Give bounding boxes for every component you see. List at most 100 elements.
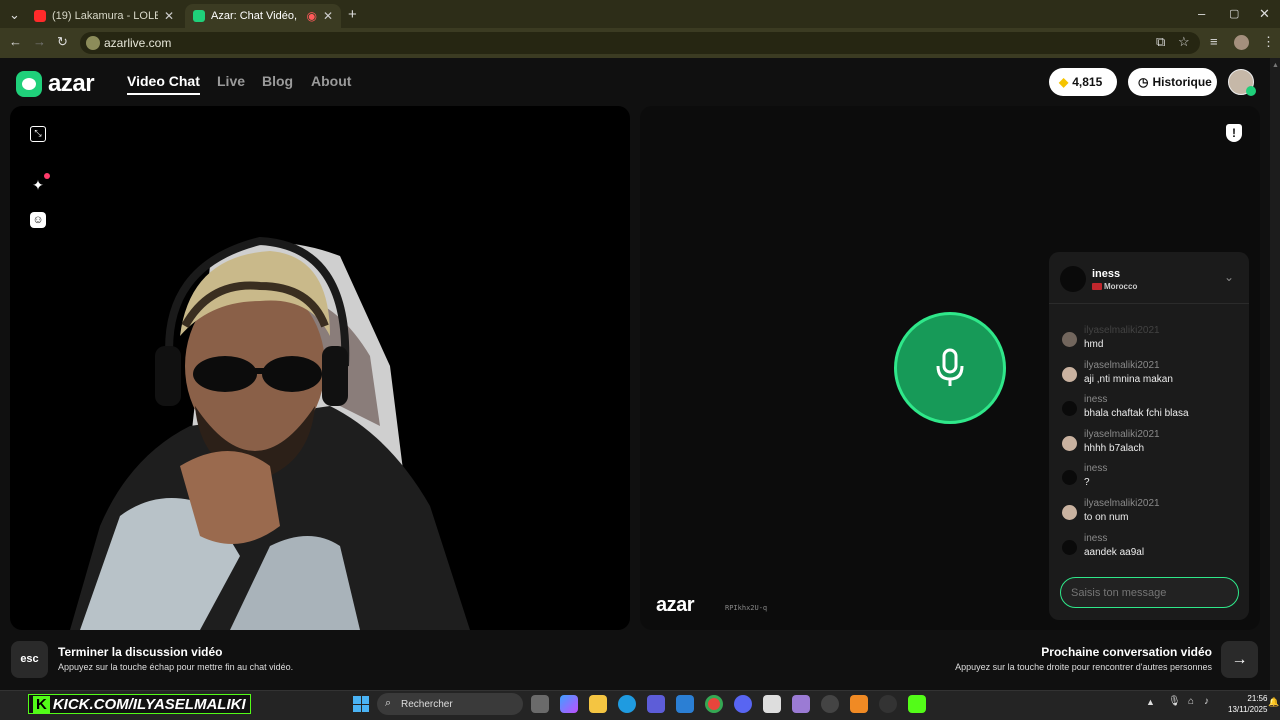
logo-text: azar [48,70,95,97]
message-text: hhhh b7alach [1084,442,1145,454]
minimize-icon[interactable]: – [1198,6,1205,21]
store-icon[interactable] [647,695,665,713]
clock-date: 13/11/2025 [1228,705,1268,714]
profile-avatar[interactable] [1234,35,1249,50]
nav-blog[interactable]: Blog [262,73,293,89]
close-window-icon[interactable]: ✕ [1259,6,1270,22]
close-tab-icon[interactable]: ✕ [164,9,174,23]
address-bar[interactable]: azarlive.com [80,32,1200,54]
app-dark-icon[interactable] [879,695,897,713]
search-label: Rechercher [401,698,453,710]
message-text: ? [1084,477,1090,489]
windows-start-icon[interactable] [353,696,369,712]
app-orange-icon[interactable] [850,695,868,713]
kick-studio-icon[interactable] [908,695,926,713]
tab-title: Azar: Chat Vidéo, Rencontre [211,10,300,22]
user-avatar[interactable] [1228,69,1256,96]
bookmark-star-icon[interactable]: ☆ [1178,34,1190,50]
online-badge [1246,86,1256,96]
kick-logo-icon: K [33,695,50,713]
chat-message-input[interactable] [1060,577,1239,608]
tab-search-icon[interactable]: ⌄ [9,7,20,23]
microphone-icon [894,312,1006,424]
scroll-up-icon[interactable]: ▲ [1272,62,1279,69]
mic-tray-icon[interactable]: 🎙 [1168,696,1181,707]
message-avatar [1062,366,1077,382]
network-icon[interactable]: ⌂ [1188,696,1194,707]
clock-time: 21:56 [1247,694,1268,703]
history-label: Historique [1152,75,1212,89]
message-sender: ilyaselmaliki2021 [1084,498,1160,509]
message-sender: iness [1084,532,1108,544]
volume-icon[interactable]: ♪ [1204,696,1209,707]
taskbar-clock[interactable]: 21:56 13/11/2025 [1228,693,1267,715]
close-tab-icon[interactable]: ✕ [323,9,333,23]
nav-about[interactable]: About [311,73,351,89]
scrollbar[interactable] [1270,58,1280,690]
chrome-icon[interactable] [705,695,723,713]
nav-video-chat[interactable]: Video Chat [127,73,200,95]
discord-icon[interactable] [734,695,752,713]
taskbar-search[interactable]: ⌕ Rechercher [377,693,523,715]
game-controller-icon[interactable] [792,695,810,713]
file-explorer-icon[interactable] [589,695,607,713]
message-sender: ilyaselmaliki2021 [1084,428,1160,440]
kick-url: KICK.COM/ILYASELMALIKI [52,695,246,713]
message-text: hmd [1084,339,1104,350]
azar-watermark: azar [656,594,695,616]
tray-chevron-icon[interactable]: ▲ [1146,697,1155,707]
next-chat-title: Prochaine conversation vidéo [1041,645,1212,659]
chevron-down-icon[interactable]: ⌄ [1224,270,1234,284]
effects-sparkle-icon[interactable]: ✦ [30,177,46,193]
my-video-feed [10,106,630,630]
task-view-icon[interactable] [531,695,549,713]
url-text: azarlive.com [104,36,172,50]
azar-logo-icon [16,71,42,97]
notification-bell-icon[interactable]: 🔔 [1268,697,1279,708]
nav-live[interactable]: Live [217,73,245,89]
mail-icon[interactable] [676,695,694,713]
copilot-icon[interactable] [560,695,578,713]
end-chat-description: Appuyez sur la touche échap pour mettre … [58,662,294,672]
face-filter-icon[interactable]: ☺ [30,212,46,228]
esc-key-button[interactable]: esc [11,641,48,678]
tab-azar[interactable]: Azar: Chat Vidéo, Rencontre ◉ ✕ [185,4,341,28]
back-icon[interactable]: ← [9,34,22,49]
azar-favicon-icon [193,10,205,22]
forward-icon[interactable]: → [33,34,46,49]
message-avatar [1062,505,1077,520]
install-app-icon[interactable]: ⧉ [1156,34,1165,50]
message-text: aji ,nti mnina makan [1084,373,1173,385]
site-info-icon[interactable] [86,36,100,50]
message-sender: iness [1084,463,1108,475]
tab-youtube[interactable]: (19) Lakamura - LOLE LOLE Jam ✕ [26,4,182,28]
search-icon: ⌕ [385,697,392,709]
message-text: bhala chaftak fchi blasa [1084,408,1189,420]
tab-title: (19) Lakamura - LOLE LOLE Jam [52,10,158,22]
reload-icon[interactable]: ↻ [57,34,68,50]
partner-country: Morocco [1104,282,1138,291]
gems-button[interactable]: ◆ 4,815 [1049,68,1117,96]
gems-count: 4,815 [1072,75,1103,89]
report-shield-icon[interactable]: ! [1226,124,1242,142]
recording-icon: ◉ [306,9,317,23]
watermark-code: RPIkhx2U-q [725,604,768,612]
new-tab-icon[interactable]: + [348,6,357,23]
menu-icon[interactable]: ⋮ [1262,34,1275,50]
youtube-icon [34,10,46,22]
capcut-icon[interactable] [763,695,781,713]
message-avatar [1062,539,1077,555]
obs-icon[interactable] [821,695,839,713]
message-sender: ilyaselmaliki2021 [1084,359,1160,371]
azar-logo[interactable]: azar [16,70,95,98]
message-avatar [1062,435,1077,451]
next-arrow-button[interactable]: → [1221,641,1258,678]
restore-icon[interactable]: ▢ [1229,7,1239,20]
partner-avatar [1060,266,1086,292]
reading-list-icon[interactable]: ≡ [1210,34,1218,49]
expand-icon[interactable]: ⤡ [30,126,46,142]
edge-icon[interactable] [618,695,636,713]
history-button[interactable]: ◷ Historique [1128,68,1217,96]
gem-icon: ◆ [1059,75,1069,89]
message-sender: iness [1084,394,1108,406]
